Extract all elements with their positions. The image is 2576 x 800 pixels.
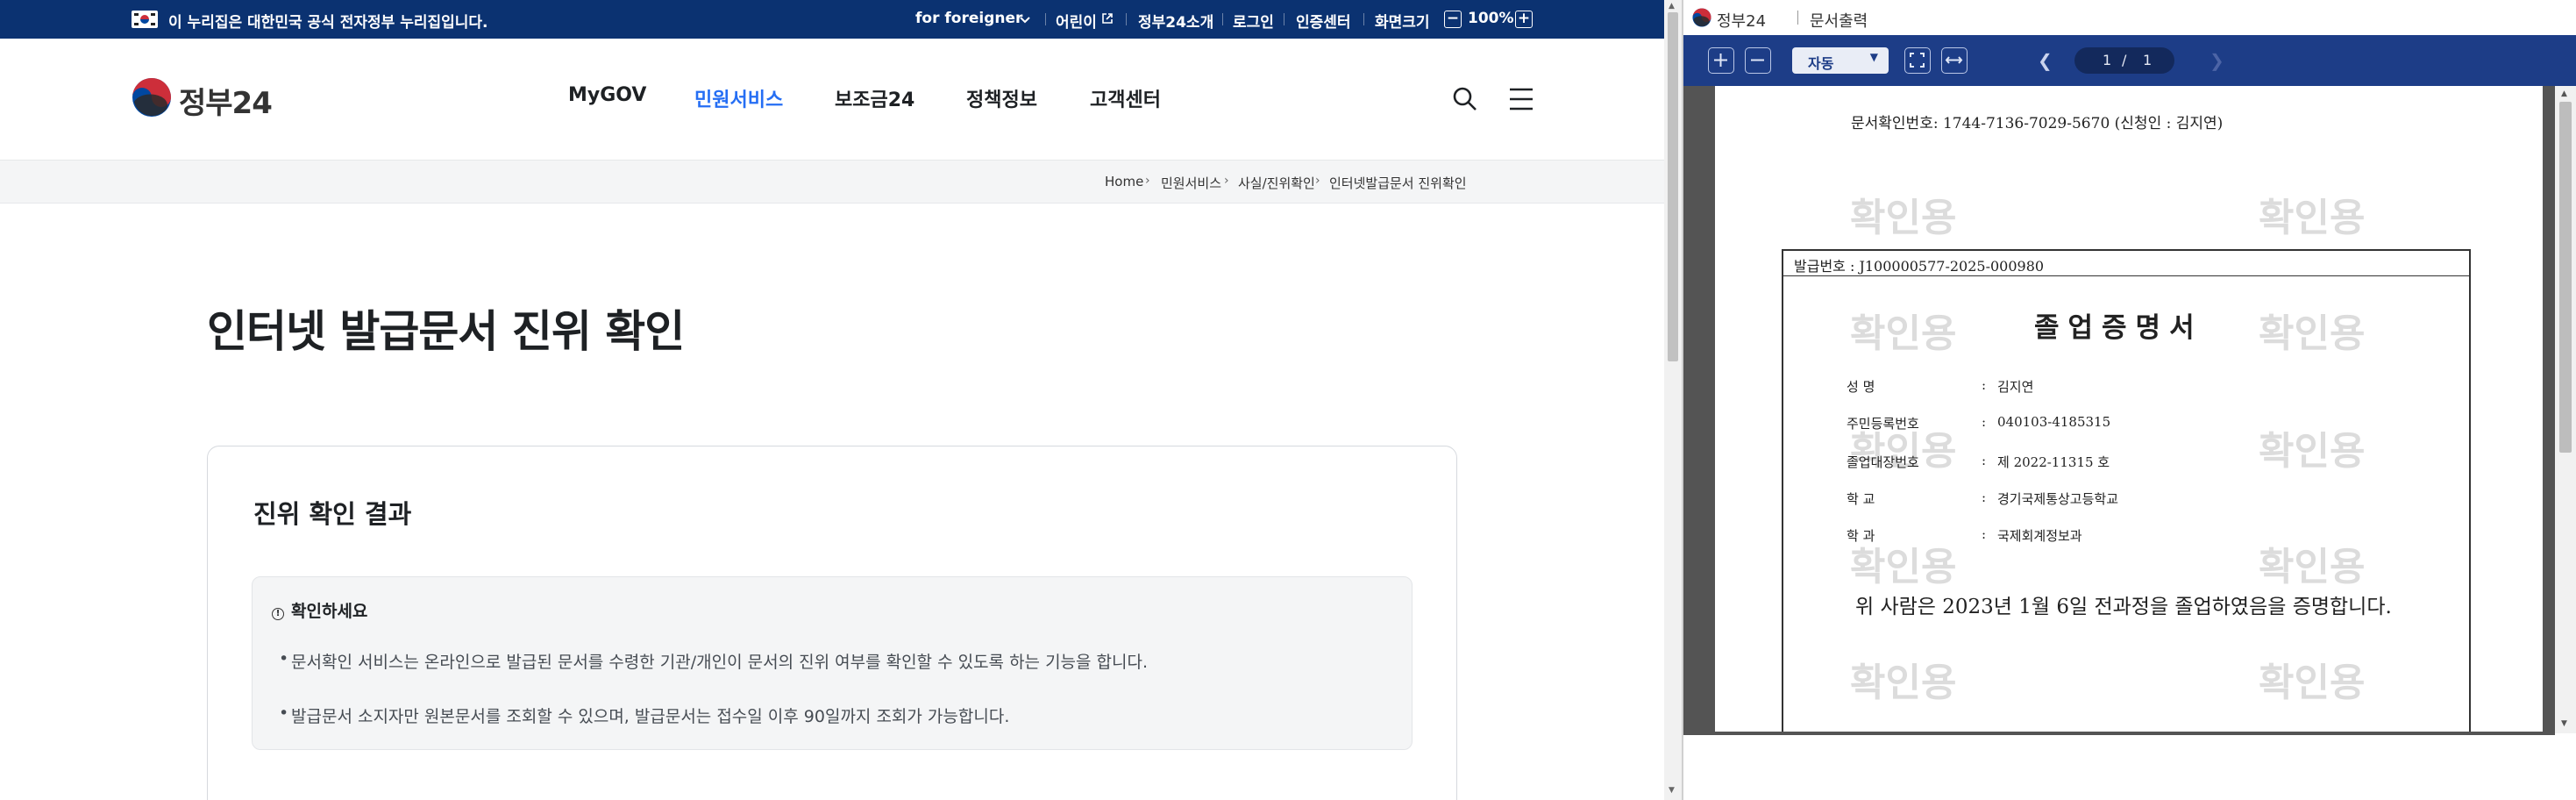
page-title: 인터넷 발급문서 진위 확인 [207, 306, 685, 357]
viewer-toolbar: 자동 ▼ ❮ 1 / 1 ❯ [1683, 35, 2576, 86]
result-section-title: 진위 확인 결과 [253, 499, 412, 529]
viewer-window-title: 문서출력 [1810, 12, 1868, 31]
breadcrumb-civil-service[interactable]: 민원서비스 [1161, 174, 1221, 192]
about-link[interactable]: 정부24소개 [1138, 10, 1213, 32]
scrollbar-thumb[interactable] [1668, 12, 1678, 361]
foreigner-link[interactable]: for foreigner [915, 10, 1022, 27]
search-icon[interactable] [1452, 86, 1478, 112]
breadcrumb: Home › 민원서비스 › 사실/진위확인 › 인터넷발급문서 진위확인 [0, 160, 1664, 204]
notice-heading: ! 확인하세요 [272, 598, 367, 622]
chevron-down-icon [1019, 13, 1031, 25]
screen-zoom-value: 100% [1468, 10, 1514, 27]
site-header: 정부24 MyGOV 민원서비스 보조금24 정책정보 고객센터 [0, 39, 1664, 160]
chevron-right-icon: › [1224, 174, 1229, 188]
notice-item: 발급문서 소지자만 원본문서를 조회할 수 있으며, 발급문서는 접수일 이후 … [279, 704, 1009, 727]
watermark: 확인용 [2259, 196, 2366, 240]
watermark: 확인용 [1850, 196, 1957, 240]
kids-link[interactable]: 어린이 [1056, 10, 1097, 32]
fit-page-icon[interactable] [1904, 47, 1931, 74]
prev-page-icon[interactable]: ❮ [2038, 50, 2053, 71]
screen-size-label: 화면크기 [1375, 14, 1430, 32]
hamburger-menu-icon[interactable] [1508, 86, 1534, 112]
document-page: 확인용 확인용 확인용 확인용 확인용 확인용 확인용 확인용 확인용 확인용 … [1715, 86, 2543, 732]
nav-policy-info[interactable]: 정책정보 [966, 84, 1037, 112]
chevron-right-icon: › [1315, 174, 1320, 188]
login-link[interactable]: 로그인 [1233, 10, 1274, 32]
main-scrollbar[interactable]: ▲ ▼ [1664, 0, 1682, 800]
viewer-scrollbar[interactable]: ▲ ▼ [2555, 86, 2576, 733]
viewer-app-name: 정부24 [1717, 12, 1767, 31]
nav-mygov[interactable]: MyGOV [568, 84, 646, 106]
flag-icon [132, 11, 158, 28]
zoom-out-button[interactable]: − [1444, 11, 1462, 28]
browser-main-window: 이 누리집은 대한민국 공식 전자정부 누리집입니다. for foreigne… [0, 0, 1664, 800]
breadcrumb-fact-check[interactable]: 사실/진위확인 [1238, 174, 1315, 192]
page-indicator[interactable]: 1 / 1 [2074, 47, 2174, 74]
document-confirm-number: 문서확인번호: 1744-7136-7029-5670 (신청인 : 김지연) [1851, 115, 2224, 132]
logo-text: 정부24 [179, 86, 273, 121]
notice-box: !확인하세요 문서확인 서비스는 온라인으로 발급된 문서를 수령한 기관/개인… [252, 576, 1413, 750]
nav-civil-service[interactable]: 민원서비스 [694, 84, 783, 112]
external-link-icon [1101, 12, 1114, 25]
current-page[interactable]: 1 [2103, 52, 2111, 68]
certificate-statement: 위 사람은 2023년 1월 6일 전과정을 졸업하였음을 증명합니다. [1855, 596, 2392, 618]
viewer-titlebar: 정부24 문서출력 [1683, 0, 2576, 35]
taegeuk-logo-icon [132, 77, 172, 118]
document-print-window: 정부24 문서출력 자동 ▼ ❮ 1 / 1 ❯ 확인용 확인용 확인용 확인용… [1683, 0, 2576, 800]
issue-number: 발급번호 : J100000577-2025-000980 [1794, 258, 2045, 275]
breadcrumb-home[interactable]: Home [1105, 174, 1143, 189]
chevron-down-icon: ▼ [1869, 51, 1878, 63]
cert-center-link[interactable]: 인증센터 [1296, 10, 1351, 32]
zoom-in-button[interactable]: + [1515, 11, 1533, 28]
breadcrumb-current: 인터넷발급문서 진위확인 [1329, 175, 1467, 191]
nav-customer-center[interactable]: 고객센터 [1090, 84, 1161, 112]
chevron-right-icon: › [1145, 174, 1150, 188]
info-icon: ! [272, 608, 284, 620]
official-notice-text: 이 누리집은 대한민국 공식 전자정부 누리집입니다. [168, 14, 488, 32]
certificate-title: 졸업증명서 [2034, 312, 2203, 344]
nav-subsidy24[interactable]: 보조금24 [835, 84, 914, 112]
notice-item: 문서확인 서비스는 온라인으로 발급된 문서를 수령한 기관/개인이 문서의 진… [279, 649, 1148, 673]
zoom-out-icon[interactable] [1745, 47, 1771, 74]
zoom-mode-select[interactable]: 자동 ▼ [1792, 47, 1889, 74]
fit-width-icon[interactable] [1941, 47, 1968, 74]
zoom-in-icon[interactable] [1708, 47, 1734, 74]
taegeuk-logo-icon [1692, 8, 1711, 27]
next-page-icon[interactable]: ❯ [2210, 50, 2224, 71]
gov-notice-bar: 이 누리집은 대한민국 공식 전자정부 누리집입니다. for foreigne… [0, 0, 1664, 39]
scrollbar-thumb[interactable] [2559, 102, 2572, 453]
result-card: 진위 확인 결과 !확인하세요 문서확인 서비스는 온라인으로 발급된 문서를 … [207, 446, 1457, 800]
total-pages: 1 [2143, 52, 2153, 68]
document-viewer: 확인용 확인용 확인용 확인용 확인용 확인용 확인용 확인용 확인용 확인용 … [1683, 86, 2576, 800]
